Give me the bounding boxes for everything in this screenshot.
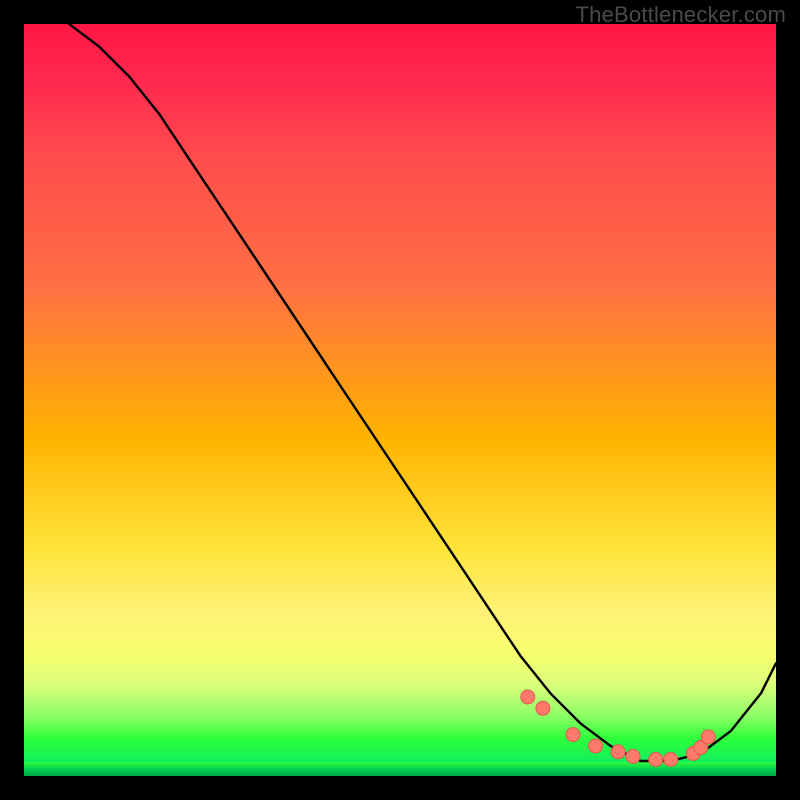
watermark-text: TheBottlenecker.com bbox=[576, 2, 786, 28]
marker-point bbox=[566, 728, 580, 742]
marker-point bbox=[664, 753, 678, 767]
curve-layer bbox=[24, 24, 776, 776]
chart-frame: TheBottlenecker.com bbox=[0, 0, 800, 800]
marker-point bbox=[521, 690, 535, 704]
marker-point bbox=[701, 730, 715, 744]
marker-point bbox=[611, 745, 625, 759]
marker-point bbox=[589, 739, 603, 753]
marker-point bbox=[626, 749, 640, 763]
plot-area bbox=[24, 24, 776, 776]
marker-group bbox=[521, 690, 716, 767]
marker-point bbox=[536, 701, 550, 715]
marker-point bbox=[649, 753, 663, 767]
bottleneck-curve bbox=[69, 24, 776, 761]
